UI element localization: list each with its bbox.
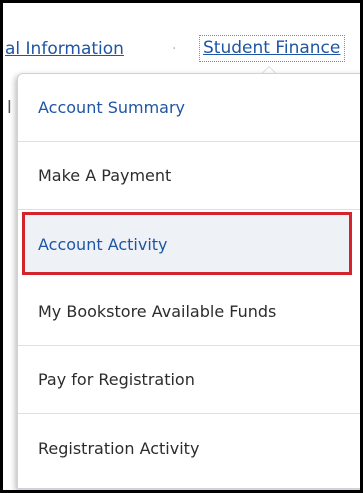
menu-item-make-a-payment[interactable]: Make A Payment bbox=[18, 142, 360, 210]
menu-item-account-summary[interactable]: Account Summary bbox=[18, 74, 360, 142]
background-partial-text: l bbox=[7, 98, 12, 118]
nav-link-personal-information[interactable]: al Information bbox=[5, 39, 124, 59]
top-navigation: al Information · Student Finance bbox=[3, 3, 360, 81]
menu-item-pay-for-registration[interactable]: Pay for Registration bbox=[18, 346, 360, 414]
student-finance-dropdown-menu: Account Summary Make A Payment Account A… bbox=[17, 73, 360, 489]
nav-separator: · bbox=[172, 41, 177, 57]
menu-item-label: Registration Activity bbox=[38, 438, 200, 458]
menu-item-my-bookstore-available-funds[interactable]: My Bookstore Available Funds bbox=[18, 278, 360, 346]
menu-item-label: Pay for Registration bbox=[38, 370, 195, 389]
screenshot-frame: al Information · Student Finance l Accou… bbox=[0, 0, 363, 493]
menu-item-label: My Bookstore Available Funds bbox=[38, 302, 277, 321]
menu-item-label: Account Summary bbox=[38, 98, 186, 117]
menu-item-label: Account Activity bbox=[38, 234, 168, 254]
nav-link-student-finance[interactable]: Student Finance bbox=[199, 35, 346, 62]
menu-item-label: Make A Payment bbox=[38, 166, 172, 185]
menu-item-account-activity[interactable]: Account Activity bbox=[18, 210, 360, 278]
menu-item-registration-activity[interactable]: Registration Activity bbox=[18, 414, 360, 482]
